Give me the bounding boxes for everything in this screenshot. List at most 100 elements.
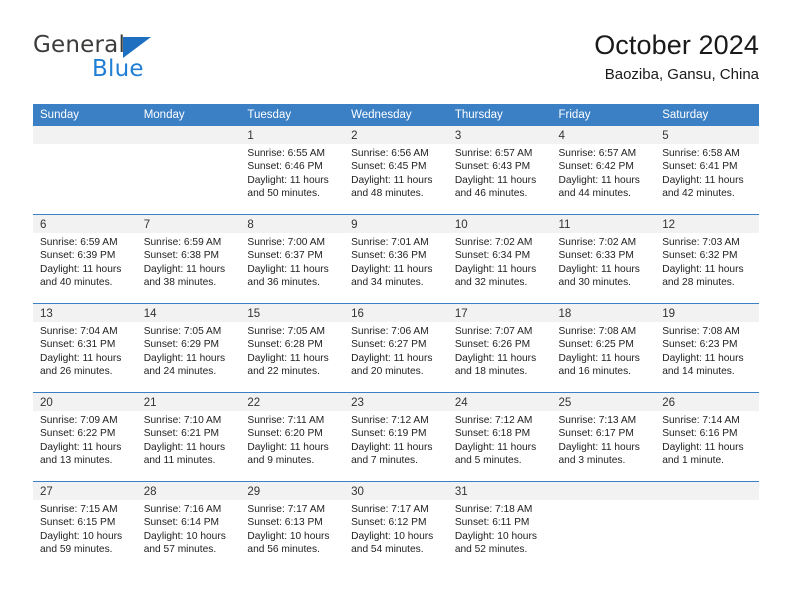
daylight-text: Daylight: 11 hours xyxy=(143,441,226,453)
daylight-text: Daylight: 11 hours xyxy=(454,174,537,186)
day-cell-inner: 16 Sunrise: 7:06 AM Sunset: 6:27 PM Dayligh… xyxy=(344,304,448,392)
day-details: Sunrise: 7:12 AM Sunset: 6:18 PM Daylight:… xyxy=(448,411,552,468)
sunrise-text: Sunrise: 7:02 AM xyxy=(558,237,637,248)
calendar-week-row: 20 Sunrise: 7:09 AM Sunset: 6:22 PM Dayligh… xyxy=(33,392,759,482)
sunrise-text: Sunrise: 6:59 AM xyxy=(40,237,118,248)
calendar-day-cell[interactable]: 31 Sunrise: 7:18 AM Sunset: 6:11 PM Dayligh… xyxy=(447,481,552,570)
sunrise-text: Sunrise: 7:03 AM xyxy=(662,237,740,248)
calendar-day-cell[interactable]: 8 Sunrise: 7:00 AM Sunset: 6:37 PM Daylight… xyxy=(240,214,345,304)
day-number xyxy=(33,126,137,144)
daylight-text: and 18 minutes. xyxy=(454,366,528,378)
day-number: 13 xyxy=(33,304,137,322)
calendar-day-cell[interactable]: 16 Sunrise: 7:06 AM Sunset: 6:27 PM Dayligh… xyxy=(344,303,448,393)
calendar-day-cell[interactable]: 30 Sunrise: 7:17 AM Sunset: 6:12 PM Dayligh… xyxy=(344,481,448,570)
day-cell-inner: 22 Sunrise: 7:11 AM Sunset: 6:20 PM Dayligh… xyxy=(240,393,345,481)
daylight-text: Daylight: 11 hours xyxy=(558,263,640,275)
calendar-day-cell[interactable]: 1 Sunrise: 6:55 AM Sunset: 6:46 PM Daylight… xyxy=(240,126,345,215)
calendar-day-cell[interactable]: 4 Sunrise: 6:57 AM Sunset: 6:42 PM Daylight… xyxy=(551,126,656,215)
daylight-text: Daylight: 11 hours xyxy=(247,352,329,364)
daylight-text: and 56 minutes. xyxy=(247,544,320,556)
calendar-day-cell[interactable]: 20 Sunrise: 7:09 AM Sunset: 6:22 PM Dayligh… xyxy=(33,392,137,482)
sunrise-text: Sunrise: 7:05 AM xyxy=(247,326,325,337)
daylight-text: and 26 minutes. xyxy=(40,366,113,378)
calendar-day-cell[interactable]: 24 Sunrise: 7:12 AM Sunset: 6:18 PM Dayligh… xyxy=(447,392,552,482)
day-cell-inner: 10 Sunrise: 7:02 AM Sunset: 6:34 PM Dayligh… xyxy=(447,215,552,303)
calendar-day-cell[interactable]: 13 Sunrise: 7:04 AM Sunset: 6:31 PM Dayligh… xyxy=(33,303,137,393)
sunset-text: Sunset: 6:18 PM xyxy=(454,428,531,440)
day-number: 23 xyxy=(344,393,448,411)
sunset-text: Sunset: 6:36 PM xyxy=(351,250,427,262)
calendar-day-cell[interactable]: 3 Sunrise: 6:57 AM Sunset: 6:43 PM Daylight… xyxy=(447,126,552,215)
calendar-day-cell[interactable]: 19 Sunrise: 7:08 AM Sunset: 6:23 PM Dayligh… xyxy=(655,303,759,393)
calendar-day-cell[interactable]: 23 Sunrise: 7:12 AM Sunset: 6:19 PM Dayligh… xyxy=(344,392,448,482)
sunset-text: Sunset: 6:34 PM xyxy=(454,250,531,262)
calendar-day-cell[interactable]: 6 Sunrise: 6:59 AM Sunset: 6:39 PM Daylight… xyxy=(33,214,137,304)
day-details xyxy=(655,500,759,503)
day-details: Sunrise: 7:12 AM Sunset: 6:19 PM Daylight:… xyxy=(344,411,448,468)
page-title: October 2024 xyxy=(594,30,759,60)
sunrise-text: Sunrise: 7:01 AM xyxy=(351,237,429,248)
day-number: 3 xyxy=(447,126,552,144)
calendar-day-cell[interactable]: 27 Sunrise: 7:15 AM Sunset: 6:15 PM Dayligh… xyxy=(33,481,137,570)
day-cell-inner: 17 Sunrise: 7:07 AM Sunset: 6:26 PM Dayligh… xyxy=(447,304,552,392)
day-number: 1 xyxy=(240,126,345,144)
day-details: Sunrise: 7:03 AM Sunset: 6:32 PM Daylight:… xyxy=(655,233,759,290)
daylight-text: Daylight: 11 hours xyxy=(40,441,122,453)
day-number: 2 xyxy=(344,126,448,144)
day-cell-inner: 11 Sunrise: 7:02 AM Sunset: 6:33 PM Dayligh… xyxy=(551,215,656,303)
day-number: 16 xyxy=(344,304,448,322)
day-details: Sunrise: 7:14 AM Sunset: 6:16 PM Daylight:… xyxy=(655,411,759,468)
calendar-day-cell[interactable]: 14 Sunrise: 7:05 AM Sunset: 6:29 PM Dayligh… xyxy=(136,303,241,393)
calendar-day-cell[interactable]: 10 Sunrise: 7:02 AM Sunset: 6:34 PM Dayligh… xyxy=(447,214,552,304)
calendar-day-cell[interactable]: 7 Sunrise: 6:59 AM Sunset: 6:38 PM Daylight… xyxy=(136,214,241,304)
sunset-text: Sunset: 6:31 PM xyxy=(40,339,116,351)
weekday-header-saturday: Saturday xyxy=(655,104,759,126)
daylight-text: Daylight: 10 hours xyxy=(454,530,537,542)
calendar-day-cell[interactable]: 2 Sunrise: 6:56 AM Sunset: 6:45 PM Daylight… xyxy=(344,126,448,215)
day-details: Sunrise: 7:06 AM Sunset: 6:27 PM Daylight:… xyxy=(344,322,448,379)
day-details: Sunrise: 7:08 AM Sunset: 6:23 PM Daylight:… xyxy=(655,322,759,379)
calendar-day-cell[interactable]: 29 Sunrise: 7:17 AM Sunset: 6:13 PM Dayligh… xyxy=(240,481,345,570)
calendar-day-cell[interactable]: 9 Sunrise: 7:01 AM Sunset: 6:36 PM Daylight… xyxy=(344,214,448,304)
daylight-text: and 44 minutes. xyxy=(558,188,632,200)
sunset-text: Sunset: 6:38 PM xyxy=(143,250,220,262)
calendar-day-cell[interactable]: 5 Sunrise: 6:58 AM Sunset: 6:41 PM Daylight… xyxy=(655,126,759,215)
calendar-day-cell[interactable]: 25 Sunrise: 7:13 AM Sunset: 6:17 PM Dayligh… xyxy=(551,392,656,482)
day-number: 12 xyxy=(655,215,759,233)
calendar-day-cell[interactable]: 15 Sunrise: 7:05 AM Sunset: 6:28 PM Dayligh… xyxy=(240,303,345,393)
day-details: Sunrise: 7:18 AM Sunset: 6:11 PM Daylight:… xyxy=(448,500,552,557)
day-number: 24 xyxy=(447,393,552,411)
calendar-day-cell[interactable]: 17 Sunrise: 7:07 AM Sunset: 6:26 PM Dayligh… xyxy=(447,303,552,393)
calendar-day-cell[interactable]: 21 Sunrise: 7:10 AM Sunset: 6:21 PM Dayligh… xyxy=(136,392,241,482)
daylight-text: Daylight: 11 hours xyxy=(40,263,122,275)
calendar-day-cell[interactable]: 28 Sunrise: 7:16 AM Sunset: 6:14 PM Dayligh… xyxy=(136,481,241,570)
sunrise-text: Sunrise: 7:13 AM xyxy=(558,415,637,426)
sunset-text: Sunset: 6:41 PM xyxy=(662,161,738,173)
day-number: 21 xyxy=(136,393,241,411)
daylight-text: and 13 minutes. xyxy=(40,455,113,467)
day-number: 14 xyxy=(136,304,241,322)
daylight-text: and 36 minutes. xyxy=(247,277,320,289)
calendar-table: Sunday Monday Tuesday Wednesday Thursday… xyxy=(33,104,759,570)
calendar-day-cell[interactable]: 18 Sunrise: 7:08 AM Sunset: 6:25 PM Dayligh… xyxy=(551,303,656,393)
daylight-text: Daylight: 10 hours xyxy=(143,530,226,542)
day-details: Sunrise: 7:10 AM Sunset: 6:21 PM Daylight:… xyxy=(137,411,241,468)
day-details: Sunrise: 6:56 AM Sunset: 6:45 PM Daylight:… xyxy=(344,144,448,201)
day-details xyxy=(552,500,656,503)
sunset-text: Sunset: 6:22 PM xyxy=(40,428,116,440)
daylight-text: Daylight: 11 hours xyxy=(558,174,640,186)
day-cell-inner: 9 Sunrise: 7:01 AM Sunset: 6:36 PM Daylight… xyxy=(344,215,448,303)
sunrise-text: Sunrise: 7:08 AM xyxy=(558,326,637,337)
calendar-day-cell[interactable]: 11 Sunrise: 7:02 AM Sunset: 6:33 PM Dayligh… xyxy=(551,214,656,304)
daylight-text: Daylight: 11 hours xyxy=(40,352,122,364)
sunrise-text: Sunrise: 7:10 AM xyxy=(143,415,222,426)
calendar-week-row: 6 Sunrise: 6:59 AM Sunset: 6:39 PM Daylight… xyxy=(33,214,759,304)
calendar-day-cell[interactable]: 12 Sunrise: 7:03 AM Sunset: 6:32 PM Dayligh… xyxy=(655,214,759,304)
sunrise-text: Sunrise: 7:14 AM xyxy=(662,415,740,426)
day-cell-inner xyxy=(551,482,656,570)
calendar-day-cell[interactable]: 22 Sunrise: 7:11 AM Sunset: 6:20 PM Dayligh… xyxy=(240,392,345,482)
day-details: Sunrise: 7:07 AM Sunset: 6:26 PM Daylight:… xyxy=(448,322,552,379)
day-details: Sunrise: 7:00 AM Sunset: 6:37 PM Daylight:… xyxy=(240,233,344,290)
sunset-text: Sunset: 6:19 PM xyxy=(351,428,427,440)
calendar-day-cell[interactable]: 26 Sunrise: 7:14 AM Sunset: 6:16 PM Dayligh… xyxy=(655,392,759,482)
